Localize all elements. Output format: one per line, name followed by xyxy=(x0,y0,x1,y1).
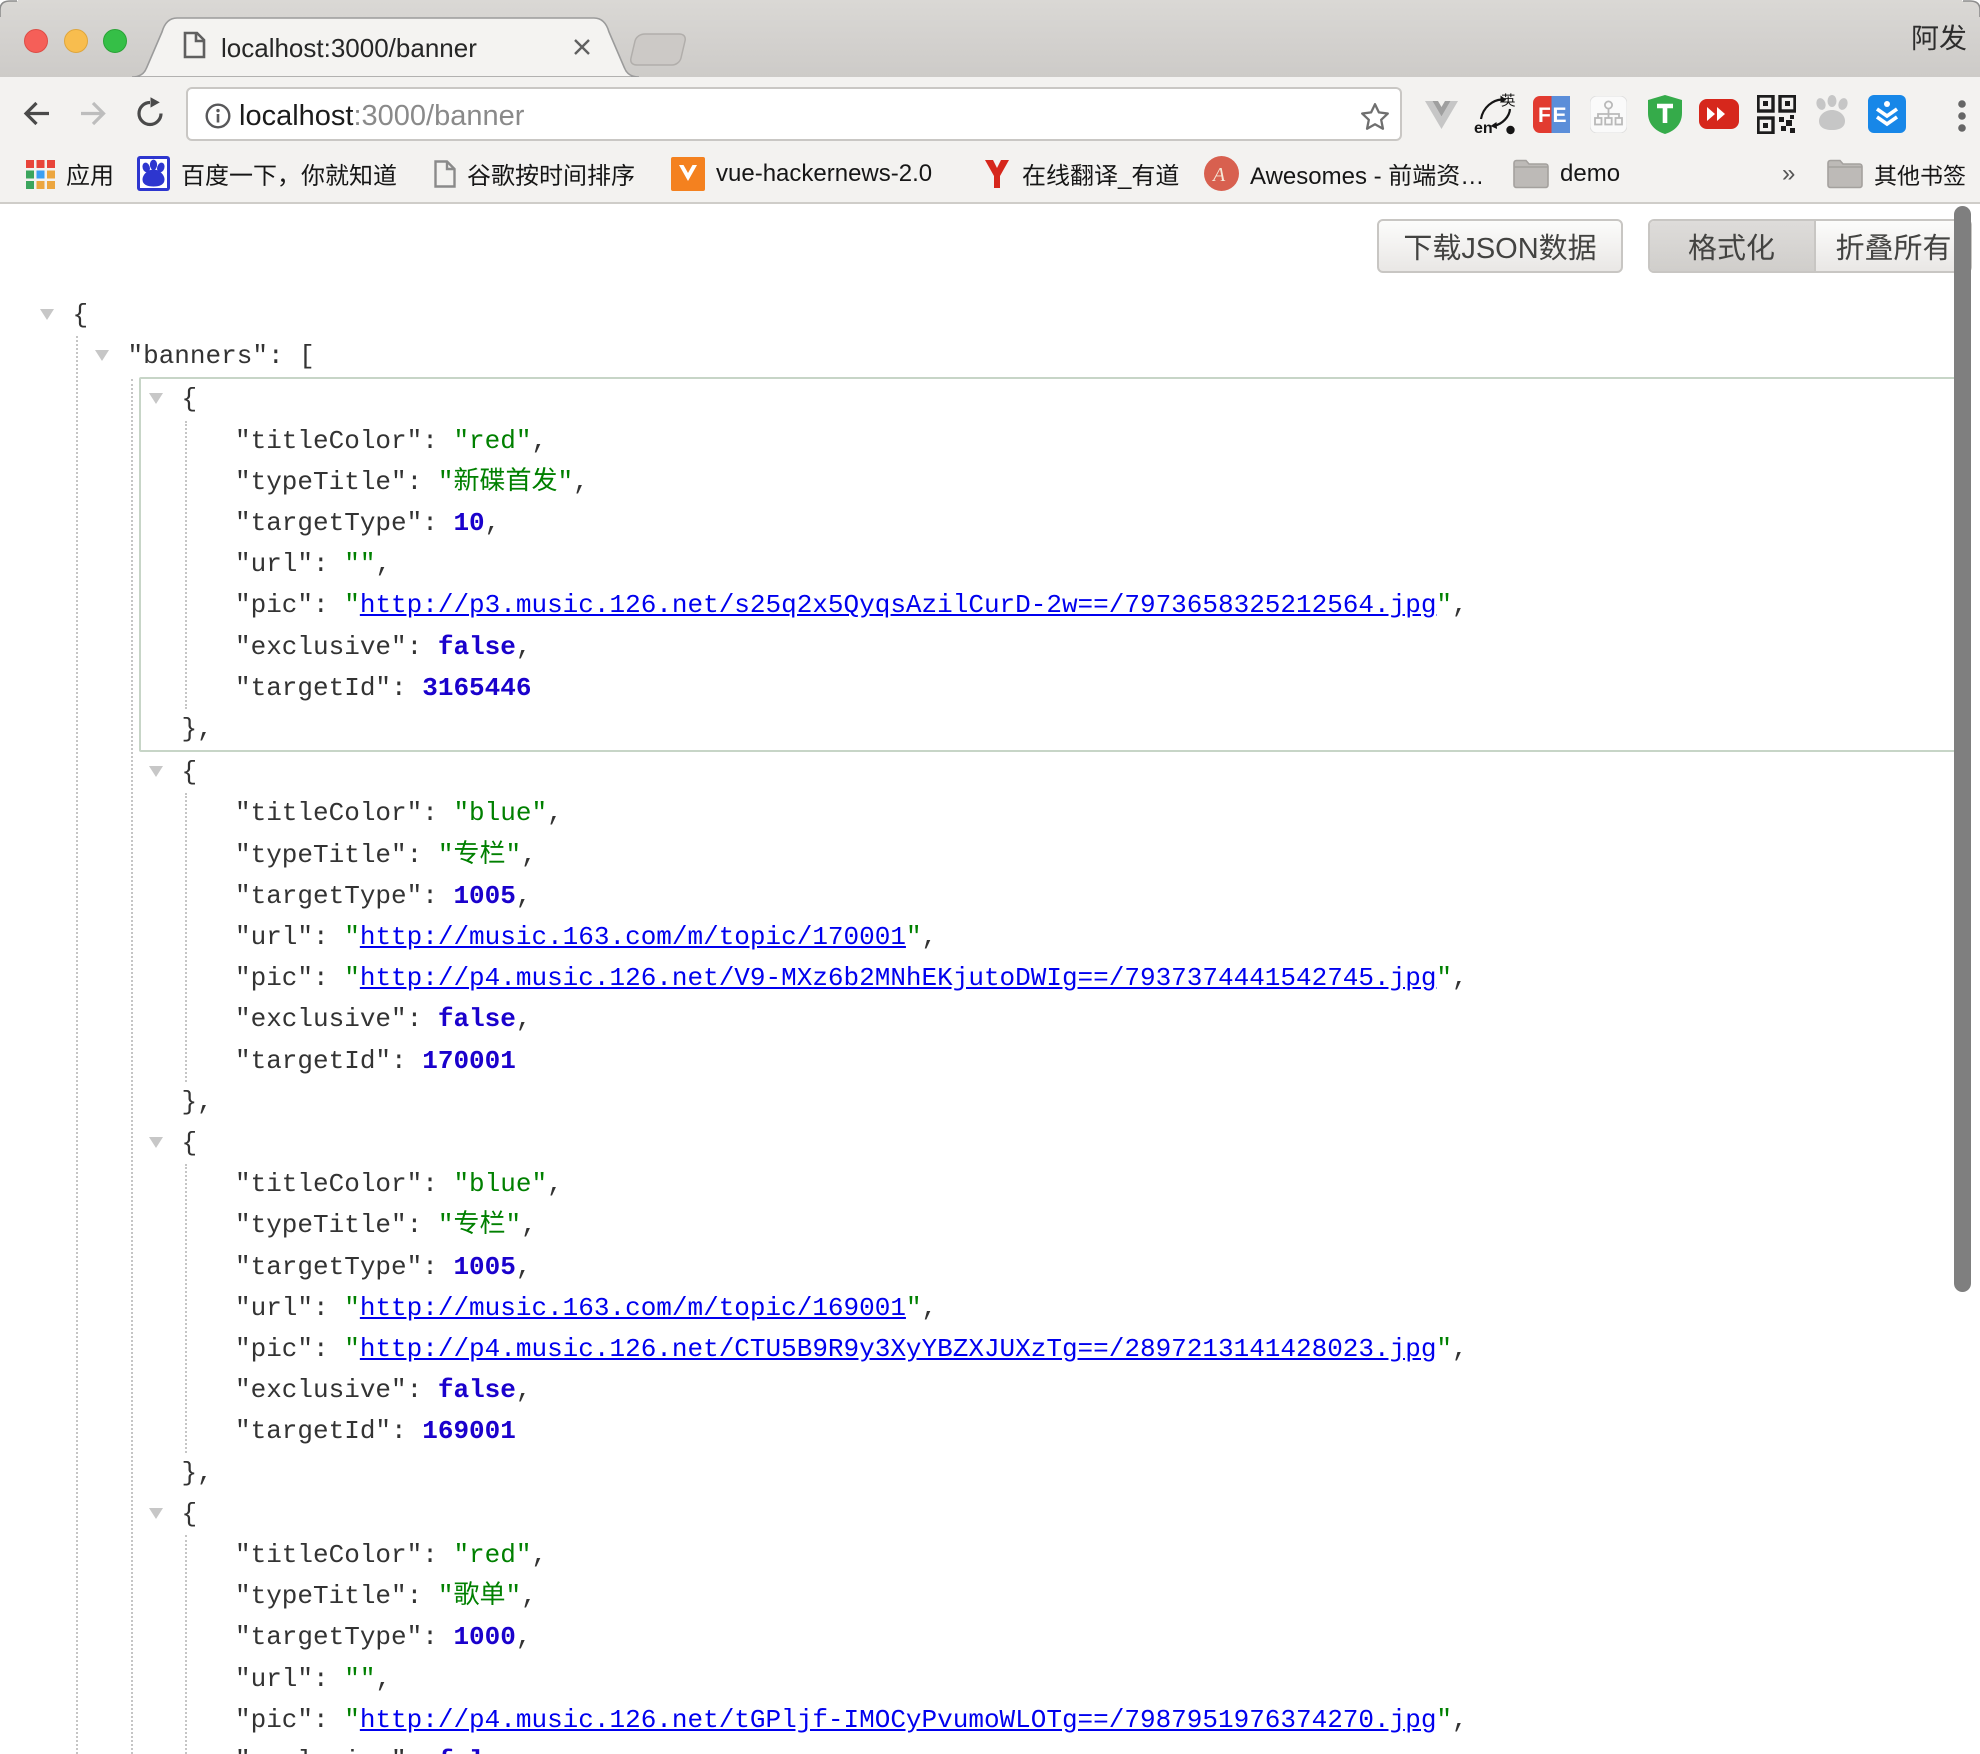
svg-text:A: A xyxy=(1211,164,1226,186)
svg-text:en: en xyxy=(1474,120,1493,136)
svg-text:F: F xyxy=(1538,104,1551,127)
svg-text:E: E xyxy=(1553,104,1567,127)
